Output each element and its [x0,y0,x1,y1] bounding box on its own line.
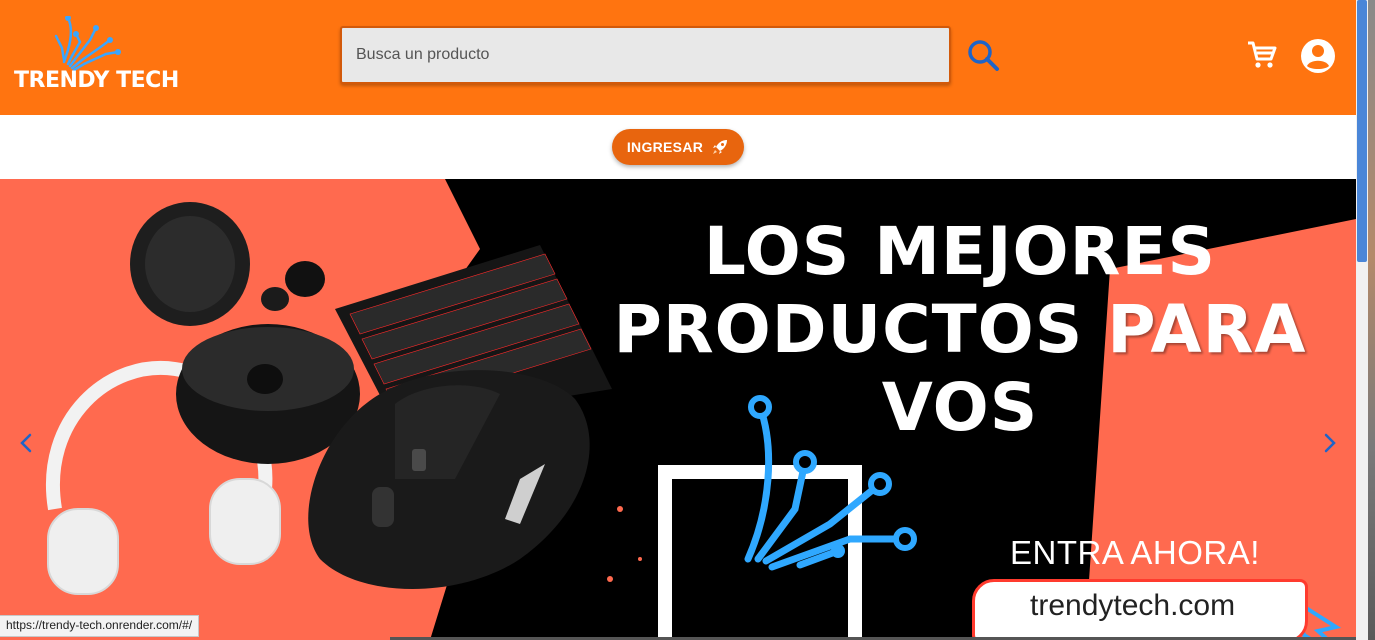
cart-icon [1248,41,1277,68]
banner-url-text: trendytech.com [1030,589,1236,622]
banner-cta-text: ENTRA AHORA! [1010,534,1260,571]
window-edge [1368,0,1375,640]
scrollbar-thumb[interactable] [1357,0,1367,262]
headline-line-2: PRODUCTOS PARA [613,291,1307,368]
banner-headline: LOS MEJORES PRODUCTOS PARA VOS [600,213,1320,447]
search-icon [968,40,999,71]
logo-text: TRENDY TECH [14,68,179,93]
account-circle-icon [1301,39,1335,73]
logo[interactable]: TRENDY TECH [10,15,179,94]
headline-line-1: LOS MEJORES [703,213,1217,290]
login-button-label: INGRESAR [626,139,704,155]
carousel-prev-button[interactable] [12,429,40,457]
status-bar-url: https://trendy-tech.onrender.com/#/ [0,615,200,637]
chevron-right-icon [1324,433,1336,453]
search-box[interactable] [340,26,951,84]
cart-button[interactable] [1246,40,1278,70]
carousel: LOS MEJORES PRODUCTOS PARA VOS ENTRA AHO… [0,179,1356,640]
carousel-next-button[interactable] [1316,429,1344,457]
account-button[interactable] [1300,38,1336,74]
search-button[interactable] [963,36,1003,74]
login-button[interactable]: INGRESAR [612,129,744,165]
login-strip: INGRESAR [0,115,1356,179]
rocket-icon [713,140,728,154]
search-input[interactable] [342,28,949,82]
page: TRENDY TECH Busca un producto INGRESAR L… [0,0,1375,640]
header: TRENDY TECH [0,0,1356,115]
chevron-left-icon [20,433,32,453]
headline-line-3: VOS [881,369,1039,446]
